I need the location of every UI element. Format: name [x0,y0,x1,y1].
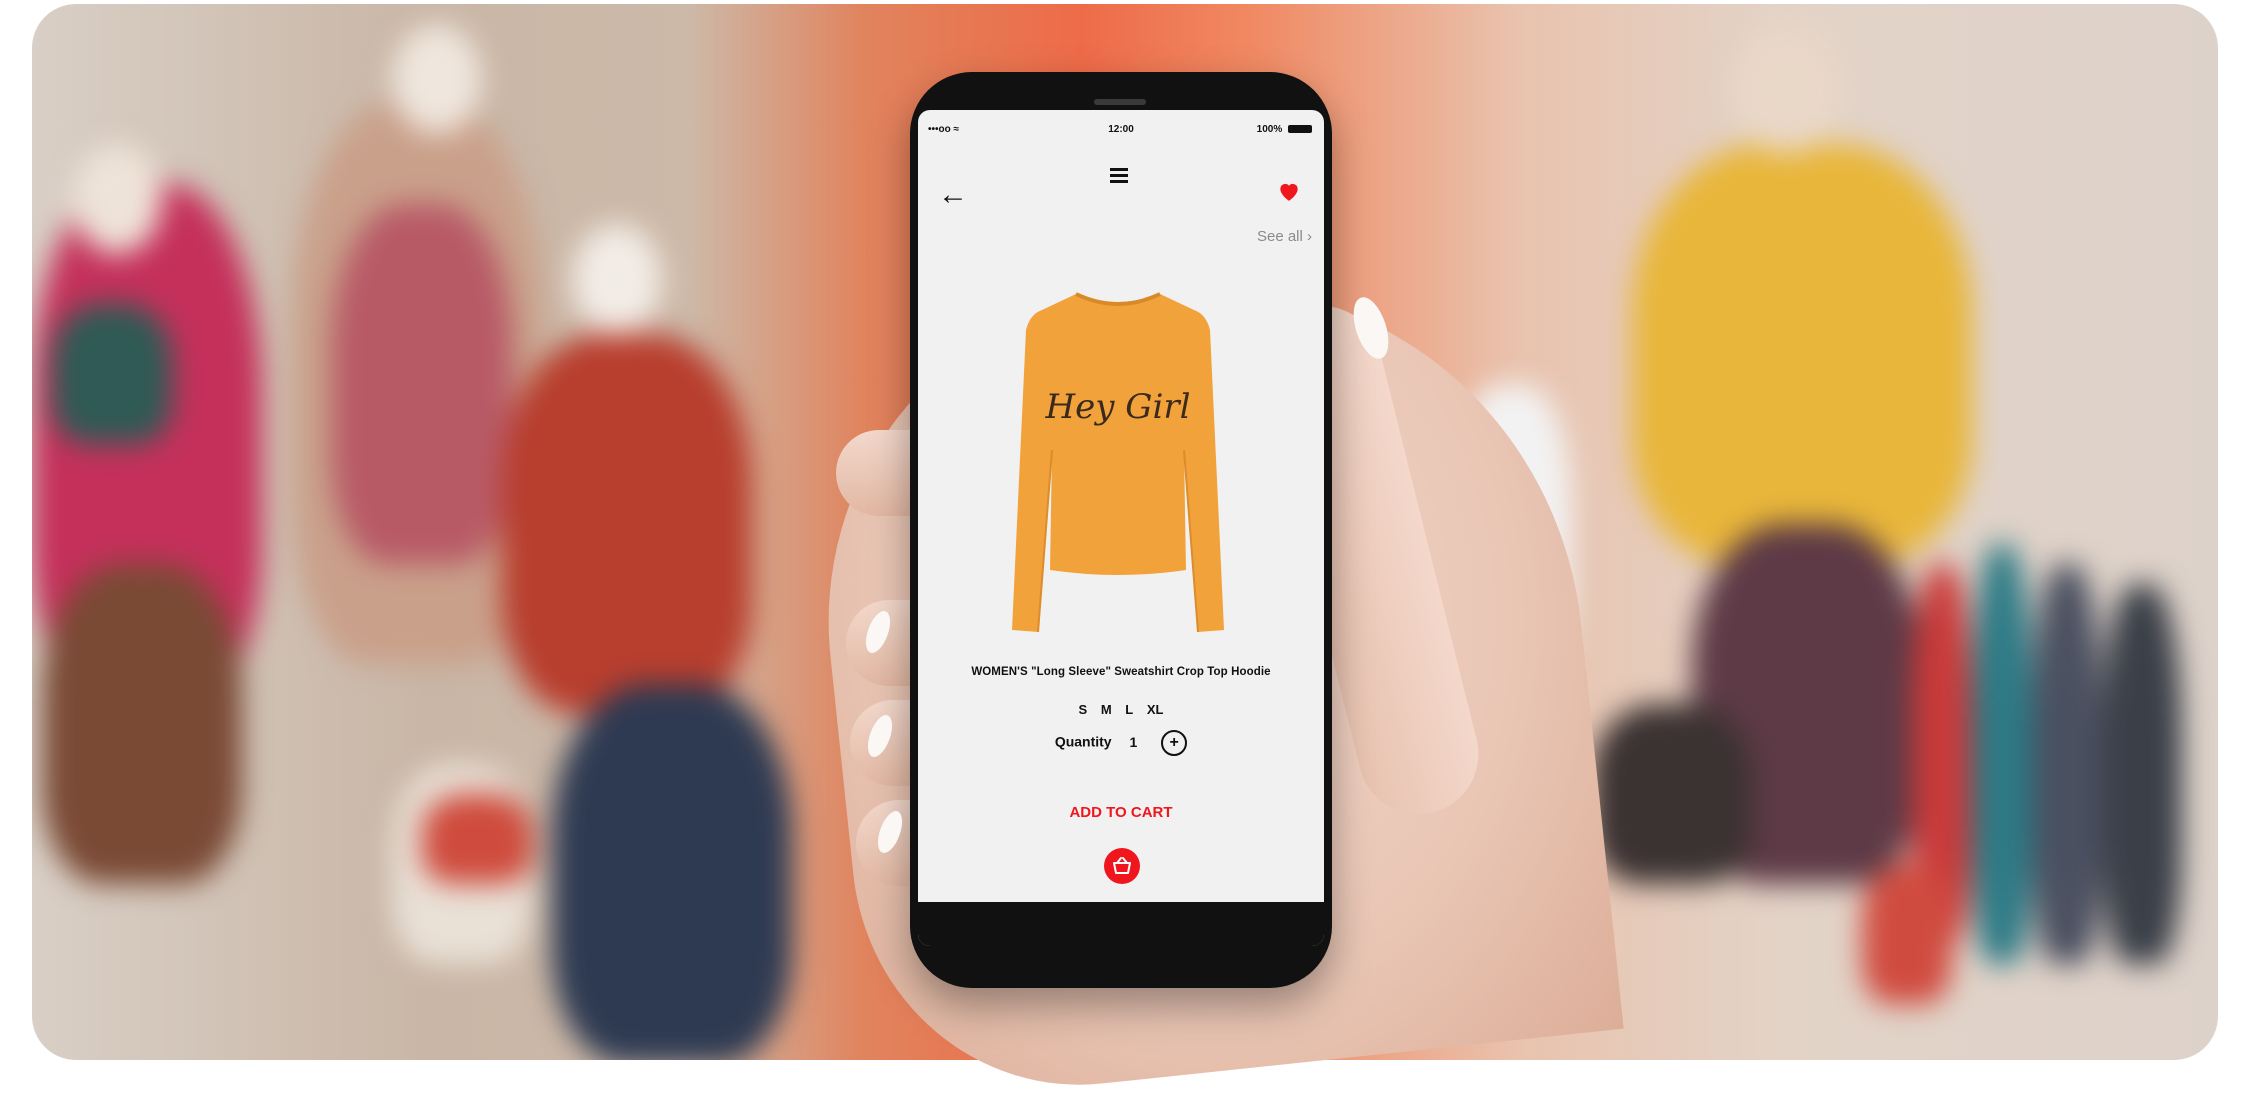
quantity-plus-button[interactable]: + [1161,730,1188,756]
app-screen: •••oo ≈ 12:00 100% ← See all › Hey Girl … [918,110,1324,946]
quantity-stepper: Quantity 1 + [918,730,1324,756]
product-title: WOMEN'S "Long Sleeve" Sweatshirt Crop To… [971,666,1271,678]
hamburger-menu-icon[interactable] [1110,168,1128,183]
shirt-print-text: Hey Girl [1045,387,1191,427]
product-image[interactable]: Hey Girl [998,250,1238,650]
battery-percent: 100% [1256,124,1283,135]
quantity-value: 1 [1129,733,1138,750]
cart-button[interactable] [1104,848,1140,884]
heart-icon[interactable] [1276,178,1302,204]
add-to-cart-button[interactable]: ADD TO CART [918,804,1324,821]
battery-indicator: 100% [1257,124,1312,135]
arrow-left-icon[interactable]: ← [938,180,968,210]
size-option-xl[interactable]: XL [1147,702,1164,717]
shopping-basket-icon [1113,857,1131,874]
size-selector: S M L XL [918,702,1324,717]
phone-speaker [1094,99,1146,105]
quantity-label: Quantity [1054,733,1112,750]
size-option-s[interactable]: S [1079,702,1088,717]
size-option-m[interactable]: M [1101,702,1112,717]
sweatshirt-shape [1012,294,1224,632]
size-option-l[interactable]: L [1125,702,1133,717]
battery-icon [1288,125,1312,134]
status-bar: •••oo ≈ 12:00 100% [918,124,1324,142]
phone-bottom-bezel [918,902,1324,946]
see-all-link[interactable]: See all › [1257,228,1312,245]
